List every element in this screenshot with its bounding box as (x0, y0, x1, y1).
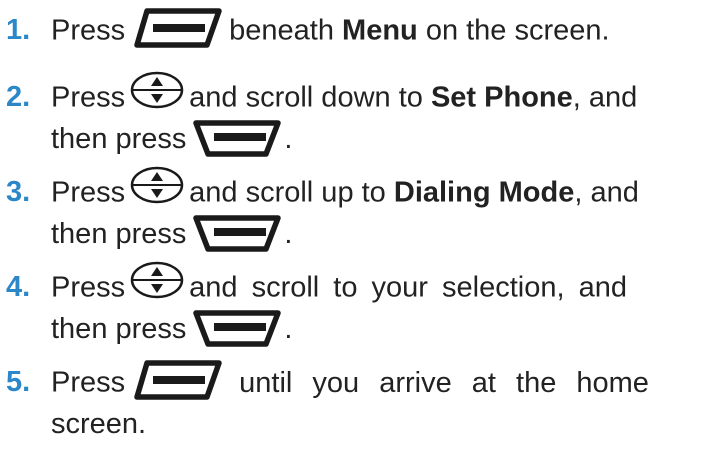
menu-term: Menu (342, 14, 418, 47)
press-word: Press (51, 176, 126, 209)
step-line-2: then press. (51, 215, 720, 254)
up-down-navigation-key-icon (129, 164, 185, 206)
step-line: Press until you arrive at the home (51, 360, 720, 405)
step-number: 1. (6, 14, 31, 46)
press-word: Press (51, 14, 126, 47)
press-word: Press (51, 271, 126, 304)
step-phrase-end: , and (574, 176, 639, 209)
right-soft-key-icon (192, 309, 282, 348)
up-down-navigation-key-icon (129, 259, 185, 301)
step-line-2: screen. (51, 405, 720, 443)
period: . (284, 218, 293, 250)
step-phrase: beneath (229, 14, 334, 47)
press-word: Press (51, 366, 126, 399)
step-number: 3. (6, 176, 31, 208)
period: . (284, 123, 293, 155)
step-phrase: and scroll down to (189, 81, 423, 114)
set-phone-term: Set Phone (430, 81, 573, 114)
step-number: 5. (6, 366, 31, 398)
period: . (284, 313, 293, 345)
step-phrase-end: , and (572, 81, 638, 114)
step-line: Press beneath Menu on the screen. (51, 8, 720, 53)
step-phrase: until you arrive at the home (239, 366, 649, 399)
then-press-text: then press (51, 218, 187, 250)
screen-text: screen. (51, 408, 147, 440)
step-number: 4. (6, 271, 31, 303)
step-line-2: then press. (51, 120, 720, 159)
step-phrase-end: on the screen. (425, 14, 610, 47)
right-soft-key-icon (192, 119, 282, 158)
step-text: Press until you arrive at the home screen… (51, 360, 720, 443)
step-line: Press and scroll down to Set Phone, and (51, 71, 720, 120)
step-phrase: and scroll to your selection, and (189, 271, 627, 304)
step-line: Press and scroll up to Dialing Mode, and (51, 166, 720, 215)
then-press-text: then press (51, 123, 187, 155)
up-down-navigation-key-icon (129, 69, 185, 111)
step-number: 2. (6, 81, 31, 113)
step-text: Press and scroll to your selection, and t… (51, 261, 720, 349)
step-text: Press beneath Menu on the screen. (51, 8, 720, 53)
step-text: Press and scroll up to Dialing Mode, and … (51, 166, 720, 254)
left-soft-key-icon (133, 359, 223, 401)
step-phrase: and scroll up to (189, 176, 386, 209)
step-text: Press and scroll down to Set Phone, and t… (51, 71, 720, 159)
step-line-2: then press. (51, 310, 720, 349)
press-word: Press (51, 81, 126, 114)
step-line: Press and scroll to your selection, and (51, 261, 720, 310)
right-soft-key-icon (192, 214, 282, 253)
dialing-mode-term: Dialing Mode (393, 176, 575, 209)
left-soft-key-icon (133, 7, 223, 49)
then-press-text: then press (51, 313, 187, 345)
